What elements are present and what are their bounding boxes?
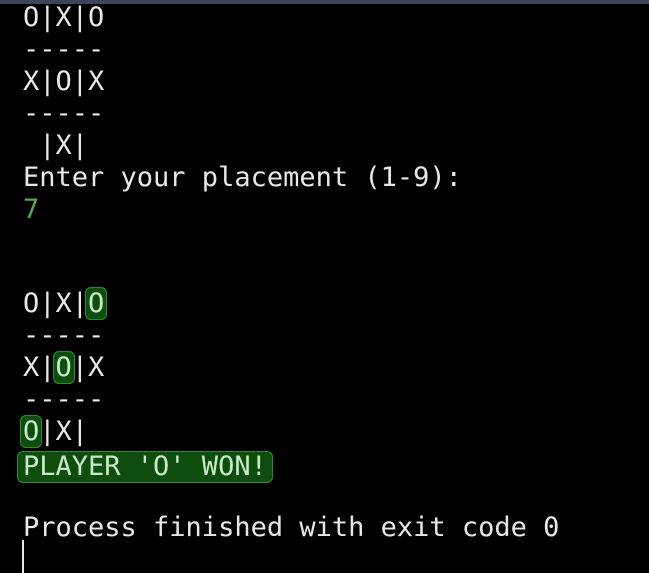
board-after-row-3-cells: |X| <box>39 416 89 447</box>
board-after-row-2-cells-left: X| <box>23 352 56 383</box>
game-result-highlight: PLAYER 'O' WON! <box>17 451 273 483</box>
process-exit-message: Process finished with exit code 0 <box>23 512 560 543</box>
board-after-row-1: O|X|O <box>23 287 108 320</box>
board-before-separator-1: ----- <box>23 34 105 65</box>
board-after-separator-2: ----- <box>23 384 105 415</box>
board-before-row-1: O|X|O <box>23 2 105 33</box>
board-after-row-2-cells-right: |X <box>71 352 105 383</box>
board-after-separator-1: ----- <box>23 320 105 351</box>
board-before-separator-2: ----- <box>23 98 105 129</box>
winning-cell-highlight: O <box>85 287 108 320</box>
placement-prompt: Enter your placement (1-9): <box>23 162 462 193</box>
run-console-output[interactable]: O|X|O ----- X|O|X ----- |X| Enter your p… <box>0 0 649 573</box>
board-after-row-2: X|O|X <box>23 351 105 384</box>
board-before-row-3: |X| <box>23 130 89 161</box>
board-after-row-1-cells: O|X| <box>23 288 89 319</box>
board-after-row-3: O|X| <box>20 415 89 448</box>
board-before-row-2: X|O|X <box>23 66 105 97</box>
text-cursor <box>22 540 24 573</box>
user-input-line[interactable]: 7 <box>23 194 39 226</box>
